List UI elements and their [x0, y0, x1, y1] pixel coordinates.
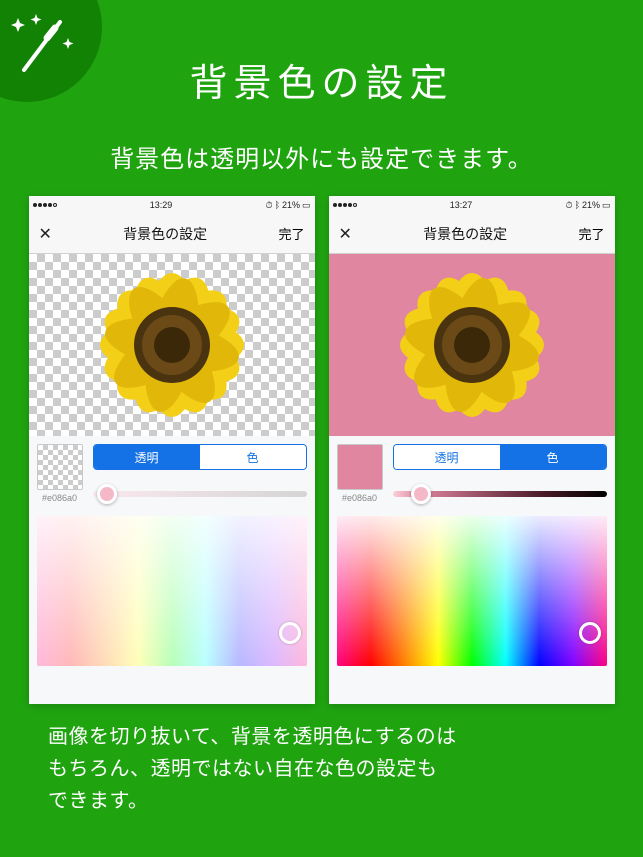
image-preview[interactable] [29, 254, 315, 436]
footer-line: 画像を切り抜いて、背景を透明色にするのは [48, 721, 595, 753]
nav-bar: ✕ 背景色の設定 完了 [329, 214, 615, 254]
color-swatch[interactable] [37, 444, 83, 490]
phone-mock-transparent: 13:29 ⏱ ᛒ 21% ▭ ✕ 背景色の設定 完了 [29, 196, 315, 704]
battery-icon: ▭ [302, 200, 311, 211]
magic-wand-icon [10, 14, 80, 84]
color-spectrum[interactable] [37, 516, 307, 666]
color-spectrum[interactable] [337, 516, 607, 666]
footer-line: もちろん、透明ではない自在な色の設定も [48, 753, 595, 785]
status-time: 13:29 [150, 200, 173, 210]
slider-thumb[interactable] [411, 484, 431, 504]
hex-label: #e086a0 [37, 493, 83, 503]
status-bar: 13:27 ⏱ ᛒ 21% ▭ [329, 196, 615, 214]
segment-transparent[interactable]: 透明 [94, 445, 200, 469]
segment-transparent[interactable]: 透明 [394, 445, 500, 469]
hex-label: #e086a0 [337, 493, 383, 503]
done-button[interactable]: 完了 [578, 224, 604, 243]
close-button[interactable]: ✕ [339, 224, 352, 244]
close-button[interactable]: ✕ [39, 224, 52, 244]
signal-dots-icon [33, 203, 57, 207]
footer-description: 画像を切り抜いて、背景を透明色にするのは もちろん、透明ではない自在な色の設定も… [48, 721, 595, 817]
nav-title: 背景色の設定 [423, 224, 507, 244]
battery-icon: ▭ [602, 200, 611, 211]
battery-percent: 21% [282, 200, 300, 210]
mode-segment: 透明 色 [393, 444, 607, 470]
hero-subtitle: 背景色は透明以外にも設定できます。 [0, 139, 643, 174]
image-preview[interactable] [329, 254, 615, 436]
nav-bar: ✕ 背景色の設定 完了 [29, 214, 315, 254]
status-time: 13:27 [450, 200, 473, 210]
alarm-icon: ⏱ [566, 200, 573, 211]
mode-segment: 透明 色 [93, 444, 307, 470]
bluetooth-icon: ᛒ [575, 200, 580, 210]
spectrum-cursor[interactable] [279, 622, 301, 644]
footer-line: できます。 [48, 785, 595, 817]
battery-percent: 21% [582, 200, 600, 210]
done-button[interactable]: 完了 [278, 224, 304, 243]
slider-thumb[interactable] [97, 484, 117, 504]
bluetooth-icon: ᛒ [275, 200, 280, 210]
status-bar: 13:29 ⏱ ᛒ 21% ▭ [29, 196, 315, 214]
segment-color[interactable]: 色 [200, 445, 306, 469]
brightness-slider[interactable] [393, 484, 607, 504]
sunflower-image [72, 254, 272, 436]
color-swatch[interactable] [337, 444, 383, 490]
alarm-icon: ⏱ [266, 200, 273, 211]
spectrum-cursor[interactable] [579, 622, 601, 644]
segment-color[interactable]: 色 [500, 445, 606, 469]
nav-title: 背景色の設定 [123, 224, 207, 244]
signal-dots-icon [333, 203, 357, 207]
brightness-slider[interactable] [93, 484, 307, 504]
phone-mock-solid: 13:27 ⏱ ᛒ 21% ▭ ✕ 背景色の設定 完了 [329, 196, 615, 704]
sunflower-image [372, 254, 572, 436]
